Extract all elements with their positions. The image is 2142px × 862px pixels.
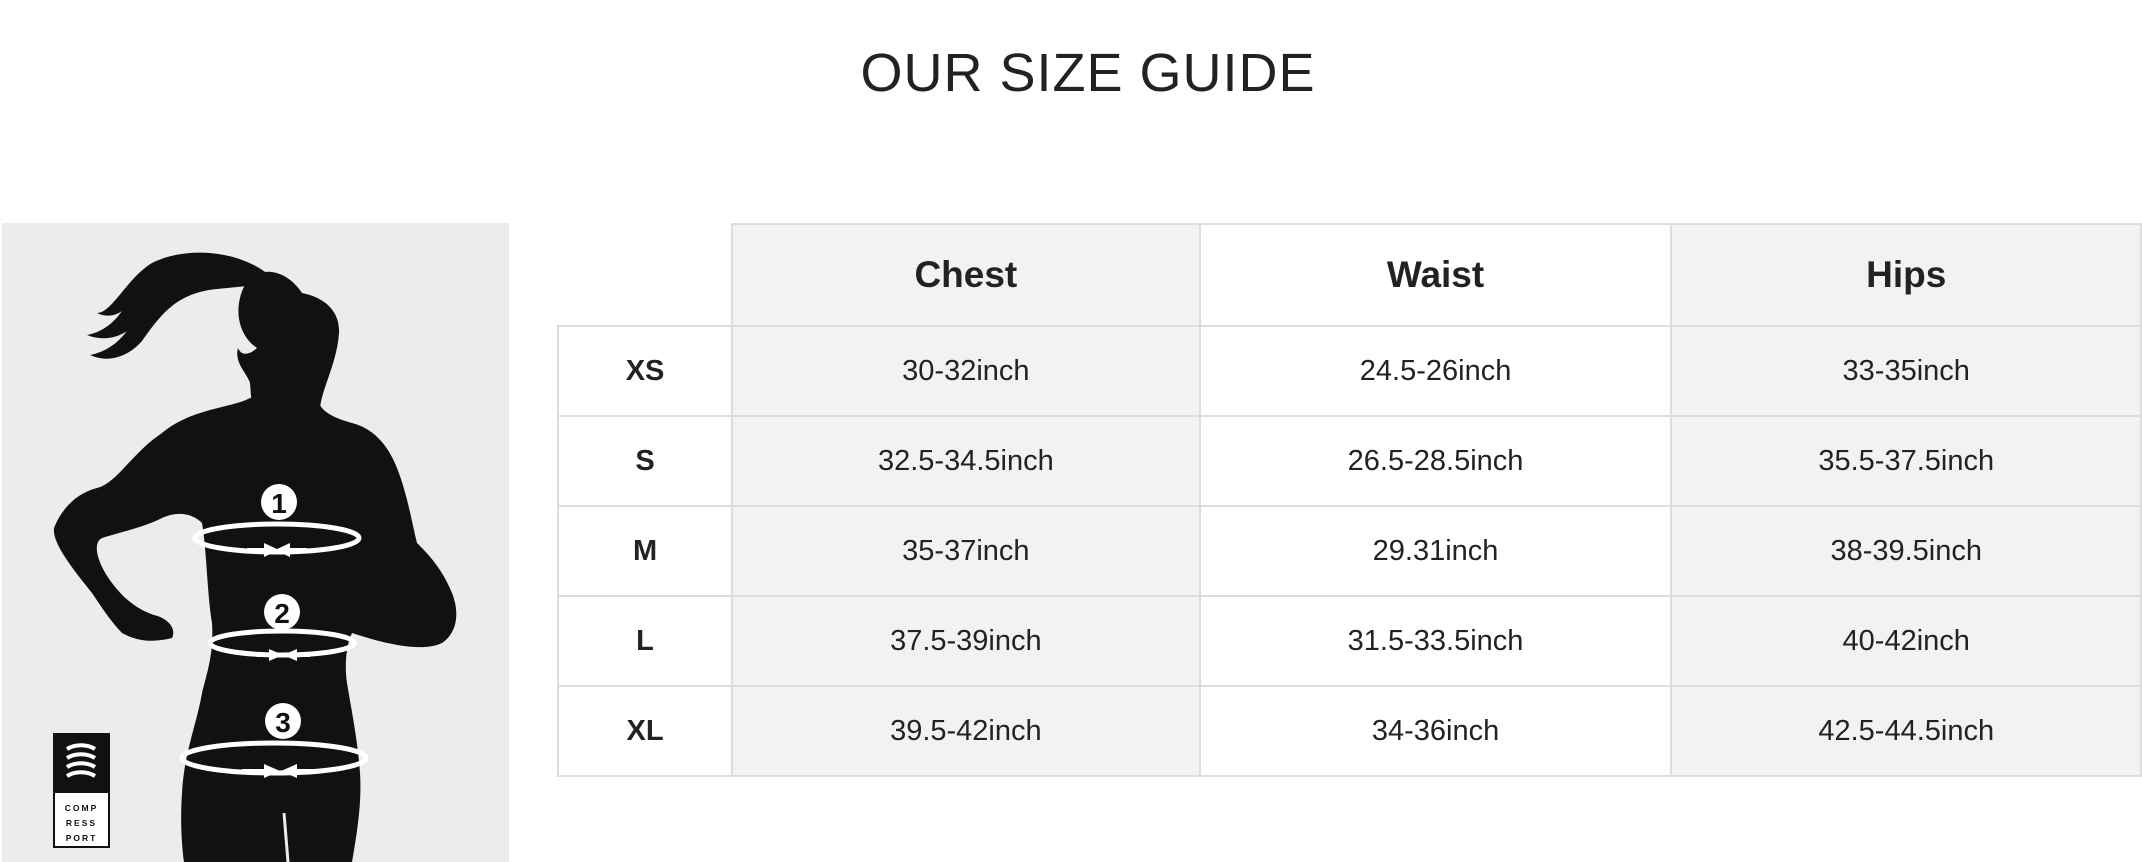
chest-value: 39.5-42inch — [731, 685, 1201, 777]
logo-line-1: COMP — [64, 803, 99, 813]
table-row: XS 30-32inch 24.5-26inch 33-35inch — [556, 325, 2142, 417]
marker-1-label: 1 — [271, 488, 287, 519]
size-label: XL — [556, 685, 734, 777]
chest-value: 32.5-34.5inch — [731, 415, 1201, 507]
size-label: S — [556, 415, 734, 507]
table-header-row: Chest Waist Hips — [558, 223, 2142, 327]
body-measurement-illustration: 1 2 3 COMP RESS PORT — [2, 223, 509, 862]
size-label: M — [556, 505, 734, 597]
brand-logo: COMP RESS PORT — [53, 733, 110, 848]
hips-value: 35.5-37.5inch — [1670, 415, 2142, 507]
chest-value: 30-32inch — [731, 325, 1201, 417]
marker-3-label: 3 — [275, 707, 291, 738]
waist-value: 31.5-33.5inch — [1198, 595, 1673, 687]
table-row: L 37.5-39inch 31.5-33.5inch 40-42inch — [556, 595, 2142, 687]
waist-value: 29.31inch — [1198, 505, 1673, 597]
waist-value: 24.5-26inch — [1198, 325, 1673, 417]
size-label: XS — [556, 325, 734, 417]
size-chart-table: Chest Waist Hips XS 30-32inch 24.5-26inc… — [556, 223, 2142, 777]
table-row: M 35-37inch 29.31inch 38-39.5inch — [556, 505, 2142, 597]
waist-value: 34-36inch — [1198, 685, 1673, 777]
header-chest: Chest — [731, 223, 1201, 327]
header-hips: Hips — [1670, 223, 2142, 327]
hips-value: 38-39.5inch — [1670, 505, 2142, 597]
marker-2-label: 2 — [274, 598, 290, 629]
compressport-waves-icon — [55, 735, 108, 793]
logo-line-2: RESS — [65, 818, 98, 828]
hips-value: 42.5-44.5inch — [1670, 685, 2142, 777]
table-corner-cell — [558, 224, 734, 327]
table-row: XL 39.5-42inch 34-36inch 42.5-44.5inch — [556, 685, 2142, 777]
table-row: S 32.5-34.5inch 26.5-28.5inch 35.5-37.5i… — [556, 415, 2142, 507]
chest-value: 37.5-39inch — [731, 595, 1201, 687]
header-waist: Waist — [1198, 223, 1673, 327]
page-title: OUR SIZE GUIDE — [860, 43, 1316, 103]
size-guide-page: OUR SIZE GUIDE 1 2 3 COMP RESS PORT Ches… — [0, 0, 2142, 862]
hips-value: 33-35inch — [1670, 325, 2142, 417]
chest-value: 35-37inch — [731, 505, 1201, 597]
hips-value: 40-42inch — [1670, 595, 2142, 687]
brand-logo-text: COMP RESS PORT — [55, 793, 108, 846]
waist-value: 26.5-28.5inch — [1198, 415, 1673, 507]
logo-line-3: PORT — [65, 833, 98, 843]
size-label: L — [556, 595, 734, 687]
